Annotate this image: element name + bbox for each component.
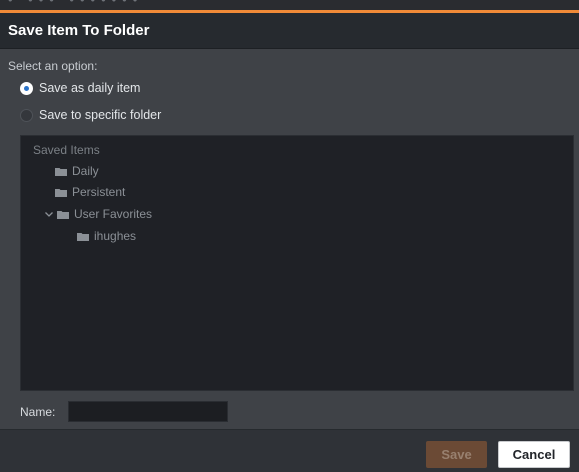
option-save-folder[interactable]: Save to specific folder [20,107,161,123]
option-save-daily-label: Save as daily item [39,81,141,95]
save-button[interactable]: Save [426,441,487,468]
radio-selected-icon[interactable] [20,81,33,95]
tree-item-label: Daily [72,164,99,178]
dialog-title: Save Item To Folder [8,22,150,39]
cancel-button[interactable]: Cancel [498,441,570,468]
dialog-content: Select an option: Save as daily item Sav… [0,50,579,429]
option-save-folder-label: Save to specific folder [39,108,162,122]
folder-icon [77,232,89,241]
tree-root-label: Saved Items [33,143,100,157]
save-item-dialog-page: • ••• ••••••• Save Item To Folder Select… [0,0,579,472]
dialog-titlebar: Save Item To Folder [0,13,579,49]
tree-item-label: User Favorites [74,207,153,221]
radio-unselected-icon[interactable] [20,108,33,122]
tree-item-user-favorites[interactable]: User Favorites [43,205,152,223]
name-label: Name: [20,405,56,419]
tree-item-label: ihughes [94,229,137,243]
chevron-down-icon[interactable] [43,208,55,220]
tree-item-ihughes[interactable]: ihughes [77,227,136,245]
tree-root[interactable]: Saved Items [33,141,100,159]
folder-icon [55,167,67,176]
tree-item-persistent[interactable]: Persistent [55,183,125,201]
option-prompt: Select an option: [8,59,98,73]
folder-tree[interactable]: Saved Items Daily Persistent User Favori… [20,135,574,391]
tree-item-daily[interactable]: Daily [55,162,99,180]
folder-icon [57,210,69,219]
folder-icon [55,188,67,197]
dialog-footer: Save Cancel [0,429,579,472]
app-header-text: • ••• ••••••• [8,0,143,7]
name-input[interactable] [68,401,228,422]
tree-item-label: Persistent [72,185,126,199]
option-save-daily[interactable]: Save as daily item [20,80,140,96]
